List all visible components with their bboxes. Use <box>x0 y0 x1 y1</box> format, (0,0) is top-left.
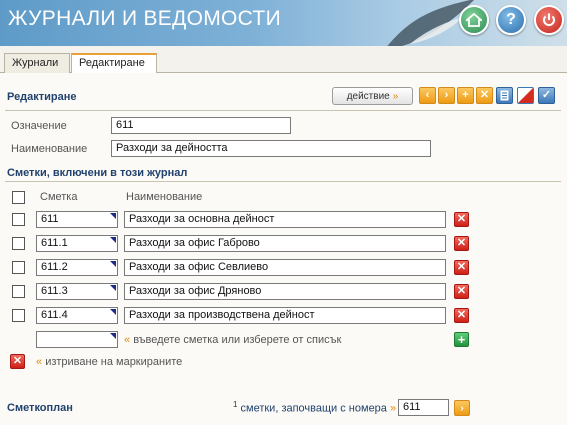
chart-of-accounts-title: Сметкоплан <box>7 402 73 414</box>
divider <box>5 181 561 182</box>
app-header: ЖУРНАЛИ И ВЕДОМОСТИ ? <box>0 0 567 46</box>
account-input[interactable]: 611.3 <box>36 283 118 300</box>
delete-row-icon[interactable]: ✕ <box>454 284 469 299</box>
name-column-header: Наименование <box>126 191 203 203</box>
account-column-header: Сметка <box>40 191 78 203</box>
help-icon[interactable]: ? <box>496 5 526 35</box>
next-icon[interactable]: › <box>438 87 455 104</box>
name-label: Наименование <box>11 143 88 155</box>
account-input[interactable]: 611 <box>36 211 118 228</box>
row-checkbox[interactable] <box>12 213 25 226</box>
account-prefix-input[interactable]: 611 <box>398 399 449 416</box>
edit-panel: Редактиране действие » ‹ › + ✕ ✓ Означен… <box>0 73 567 425</box>
action-button-label: действие <box>346 90 390 102</box>
account-name-input[interactable]: Разходи за офис Дряново <box>124 283 446 300</box>
hint-quote-icon: « <box>124 334 131 346</box>
app-title: ЖУРНАЛИ И ВЕДОМОСТИ <box>8 7 281 30</box>
previous-icon[interactable]: ‹ <box>419 87 436 104</box>
row-checkbox[interactable] <box>12 309 25 322</box>
row-checkbox[interactable] <box>12 285 25 298</box>
account-name-input[interactable]: Разходи за основна дейност <box>124 211 446 228</box>
confirm-icon[interactable]: ✓ <box>538 87 555 104</box>
delete-marked-link[interactable]: « изтриване на маркираните <box>36 356 182 368</box>
designation-input[interactable]: 611 <box>111 117 291 134</box>
add-icon[interactable]: + <box>457 87 474 104</box>
home-icon[interactable] <box>459 5 489 35</box>
name-input[interactable]: Разходи за дейността <box>111 140 431 157</box>
tab-bar: Журнали Редактиране <box>0 46 567 74</box>
prefix-arrow-icon: » <box>389 402 397 415</box>
hint-quote-icon: « <box>36 356 43 368</box>
action-arrow-icon: » <box>392 90 399 102</box>
delete-row-icon[interactable]: ✕ <box>454 236 469 251</box>
account-input[interactable]: 611.4 <box>36 307 118 324</box>
tab-edit[interactable]: Редактиране <box>71 53 157 74</box>
account-name-input[interactable]: Разходи за офис Севлиево <box>124 259 446 276</box>
delete-marked-text: изтриване на маркираните <box>45 356 183 368</box>
action-button[interactable]: действие » <box>332 87 413 105</box>
tab-journals[interactable]: Журнали <box>4 53 70 73</box>
delete-row-icon[interactable]: ✕ <box>454 308 469 323</box>
go-arrow-icon[interactable]: › <box>454 400 470 416</box>
add-row-icon[interactable]: + <box>454 332 469 347</box>
divider <box>5 110 561 111</box>
delete-marked-icon[interactable]: ✕ <box>10 354 25 369</box>
power-icon[interactable] <box>534 5 564 35</box>
account-prefix-text: сметки, започващи с номера <box>240 402 387 415</box>
designation-label: Означение <box>11 120 67 132</box>
account-input[interactable]: 611.2 <box>36 259 118 276</box>
delete-row-icon[interactable]: ✕ <box>454 260 469 275</box>
row-checkbox[interactable] <box>12 237 25 250</box>
delete-icon[interactable]: ✕ <box>476 87 493 104</box>
account-name-input[interactable]: Разходи за производствена дейност <box>124 307 446 324</box>
new-account-input[interactable] <box>36 331 118 348</box>
select-all-checkbox[interactable] <box>12 191 25 204</box>
accounts-section-title: Сметки, включени в този журнал <box>7 167 188 179</box>
account-prefix-label: 1 сметки, започващи с номера » <box>233 400 396 415</box>
delete-row-icon[interactable]: ✕ <box>454 212 469 227</box>
new-row-hint-text: въведете сметка или изберете от списък <box>133 334 342 346</box>
new-row-hint: « въведете сметка или изберете от списък <box>124 334 341 346</box>
account-input[interactable]: 611.1 <box>36 235 118 252</box>
document-icon[interactable] <box>496 87 513 104</box>
cancel-icon[interactable] <box>517 87 534 104</box>
row-checkbox[interactable] <box>12 261 25 274</box>
account-name-input[interactable]: Разходи за офис Габрово <box>124 235 446 252</box>
edit-section-title: Редактиране <box>7 91 77 103</box>
footnote-marker: 1 <box>233 400 238 409</box>
